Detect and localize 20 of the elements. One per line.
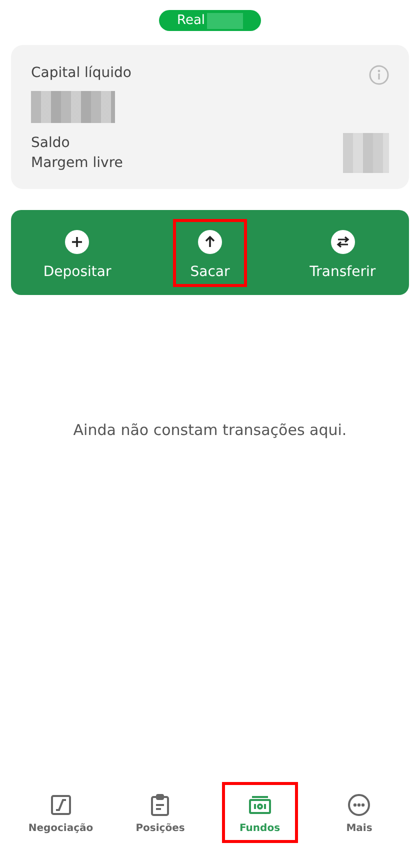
action-button[interactable]: Sacar: [172, 218, 247, 286]
summary-label: Margem livre: [31, 154, 123, 173]
more-icon: [347, 793, 372, 817]
banknote-icon: [248, 793, 272, 817]
account-badge[interactable]: Real: [159, 10, 261, 31]
plus-icon: [65, 230, 90, 254]
nav-tab[interactable]: Negociação: [22, 782, 99, 843]
swap-arrows-icon: [330, 230, 355, 254]
redacted-value: [343, 133, 389, 173]
info-icon[interactable]: [369, 65, 389, 85]
nav-tab[interactable]: Posições: [122, 782, 198, 843]
chart-icon: [48, 793, 73, 817]
summary-title: Capital líquido: [31, 65, 132, 81]
redacted-value: [207, 12, 243, 28]
nav-tab[interactable]: Fundos: [222, 782, 298, 843]
summary-label: Saldo: [31, 134, 71, 153]
action-button[interactable]: Depositar: [40, 218, 114, 286]
nav-tab[interactable]: Mais: [321, 782, 398, 843]
empty-message: Ainda não constam transações aqui.: [73, 421, 347, 441]
action-button[interactable]: Transferir: [306, 218, 380, 286]
